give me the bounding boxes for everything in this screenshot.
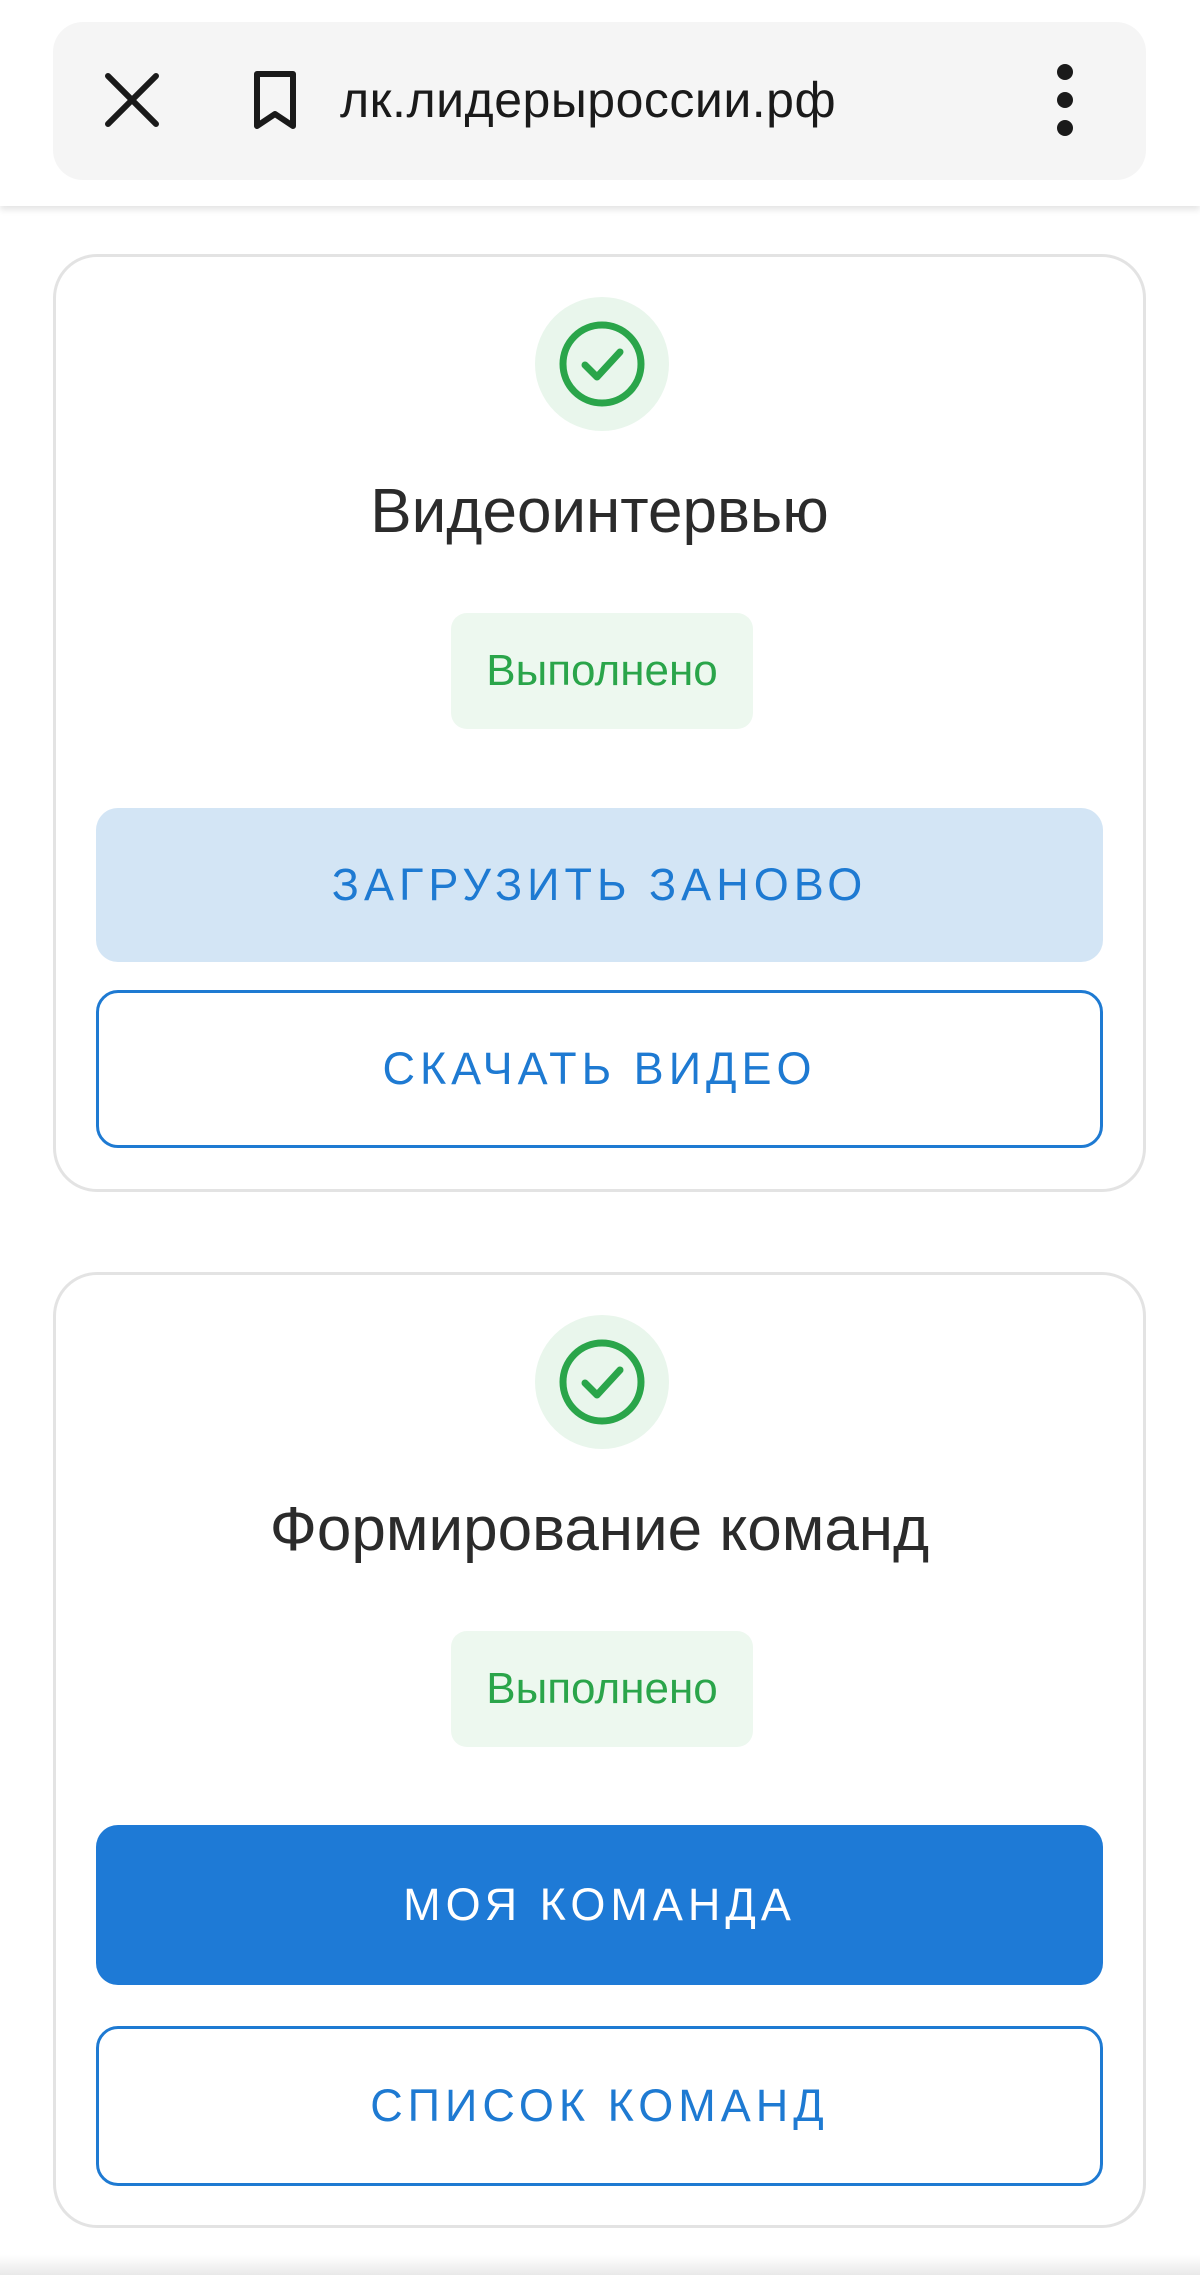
stage-card-team-formation: Формирование команд Выполнено МОЯ КОМАНД… [53,1272,1146,2228]
reupload-button[interactable]: ЗАГРУЗИТЬ ЗАНОВО [96,808,1103,962]
stage-card-video-interview: Видеоинтервью Выполнено ЗАГРУЗИТЬ ЗАНОВО… [53,254,1146,1192]
download-video-button[interactable]: СКАЧАТЬ ВИДЕО [96,990,1103,1148]
card-title: Видеоинтервью [370,477,829,546]
my-team-button[interactable]: МОЯ КОМАНДА [96,1825,1103,1985]
menu-button[interactable] [1020,50,1110,150]
status-badge: Выполнено [451,613,753,729]
bookmark-icon [254,71,296,129]
card-title: Формирование команд [269,1495,930,1564]
bottom-edge [0,2255,1200,2275]
check-circle-icon [535,1315,669,1449]
close-icon [105,73,159,127]
bookmark-button[interactable] [230,50,320,150]
check-circle-icon [535,297,669,431]
browser-toolbar: лк.лидерыроссии.рф [0,0,1200,206]
close-button[interactable] [82,50,182,150]
team-list-button[interactable]: СПИСОК КОМАНД [96,2026,1103,2186]
url-text[interactable]: лк.лидерыроссии.рф [340,62,836,138]
status-badge: Выполнено [451,1631,753,1747]
more-vert-icon [1057,64,1073,136]
